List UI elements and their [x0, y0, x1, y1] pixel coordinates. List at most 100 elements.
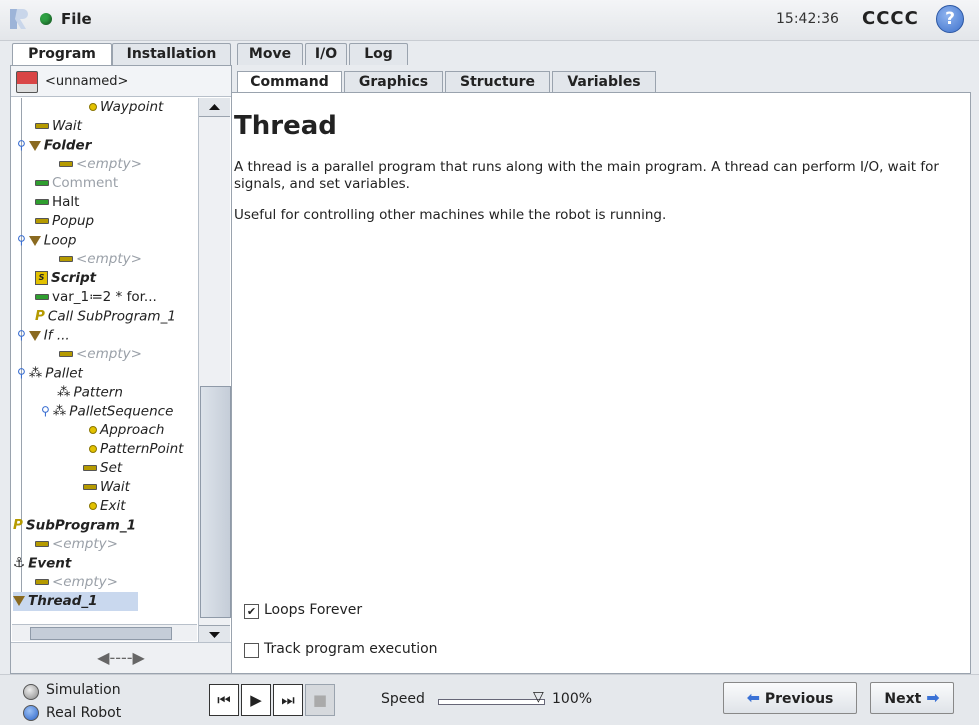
subprogram-icon: P [35, 308, 45, 324]
tree-node-popup[interactable]: Popup [35, 212, 94, 231]
description-text: A thread is a parallel program that runs… [234, 159, 939, 192]
popup-icon [35, 218, 49, 224]
tree-node-pallet-sequence[interactable]: ⚲ ⁂ PalletSequence [41, 402, 173, 421]
speed-slider[interactable] [438, 699, 545, 705]
tree-node-subprogram[interactable]: P SubProgram_1 [13, 516, 136, 535]
tree-node-wait[interactable]: Wait [35, 117, 82, 136]
tree-node-pallet[interactable]: ⚲ ⁂ Pallet [17, 364, 83, 383]
arrow-right-icon: ➡ [926, 688, 940, 707]
arrow-left-icon: ⬅ [746, 688, 760, 707]
help-icon[interactable]: ? [936, 5, 964, 33]
expand-icon: ⚲ [17, 138, 26, 152]
program-tree-panel: <unnamed> Waypoint Wait ⚲ Folder <empty> … [10, 65, 232, 674]
top-bar: File 15:42:36 CCCC ? [0, 0, 979, 41]
robot-name: CCCC [862, 8, 919, 29]
loop-icon [28, 235, 41, 246]
tab-log[interactable]: Log [349, 43, 408, 65]
waypoint-icon [89, 103, 97, 111]
assignment-icon [35, 294, 49, 300]
play-button[interactable]: ▶ [241, 684, 271, 716]
pallet-sequence-icon: ⁂ [52, 403, 67, 419]
tab-graphics[interactable]: Graphics [344, 71, 443, 93]
scroll-up-button[interactable] [199, 98, 230, 117]
program-header: <unnamed> [11, 66, 231, 97]
tree-node-pattern-point[interactable]: PatternPoint [89, 440, 183, 459]
wait-icon [35, 123, 49, 129]
bottom-bar: Simulation Real Robot ⏮ ▶ ⏭ ■ Speed ▽ 10… [0, 674, 979, 725]
scroll-thumb[interactable] [200, 386, 231, 618]
panel-resize-handle[interactable]: ◀----▶ [11, 642, 231, 673]
tree-node-assignment[interactable]: var_1≔2 * for... [35, 288, 157, 307]
tree-node-thread-selected[interactable]: Thread_1 [13, 592, 138, 611]
comment-icon [35, 180, 49, 186]
save-icon[interactable] [16, 71, 38, 93]
tab-program[interactable]: Program [12, 43, 112, 66]
track-execution-label: Track program execution [264, 641, 438, 657]
waypoint-icon [89, 445, 97, 453]
tree-node-event[interactable]: ⚓ Event [13, 554, 71, 573]
pallet-icon: ⁂ [28, 365, 43, 381]
if-icon [28, 330, 41, 341]
tree-node-empty[interactable]: <empty> [35, 573, 118, 592]
real-robot-label: Real Robot [46, 705, 122, 721]
tab-installation[interactable]: Installation [112, 43, 231, 65]
speed-value: 100% [552, 691, 593, 707]
script-icon: S [35, 271, 48, 285]
tree-node-folder[interactable]: ⚲ Folder [17, 136, 91, 155]
tab-move[interactable]: Move [237, 43, 303, 65]
next-label: Next [884, 691, 922, 707]
track-execution-checkbox[interactable] [244, 643, 259, 658]
file-menu[interactable]: File [61, 10, 92, 28]
tree-node-approach[interactable]: Approach [89, 421, 164, 440]
clock: 15:42:36 [776, 11, 839, 27]
tree-node-empty[interactable]: <empty> [59, 250, 142, 269]
tree-node-halt[interactable]: Halt [35, 193, 79, 212]
thread-icon [13, 596, 25, 606]
waypoint-icon [89, 426, 97, 434]
tree-horizontal-scrollbar[interactable] [12, 624, 197, 641]
step-button[interactable]: ⏭ [273, 684, 303, 716]
tree-node-set[interactable]: Set [83, 459, 122, 478]
waypoint-icon [89, 502, 97, 510]
tree-node-loop[interactable]: ⚲ Loop [17, 231, 76, 250]
empty-icon [59, 351, 73, 357]
tab-variables[interactable]: Variables [552, 71, 656, 93]
stop-button[interactable]: ■ [305, 684, 335, 716]
tab-structure[interactable]: Structure [445, 71, 550, 93]
expand-icon: ⚲ [17, 328, 26, 342]
tree-node-comment[interactable]: Comment [35, 174, 118, 193]
tab-command[interactable]: Command [237, 71, 342, 93]
rewind-button[interactable]: ⏮ [209, 684, 239, 716]
tree-node-pattern[interactable]: ⁂ Pattern [57, 383, 123, 402]
folder-icon [28, 140, 41, 151]
tree-node-wait[interactable]: Wait [83, 478, 130, 497]
program-tree: Waypoint Wait ⚲ Folder <empty> Comment Ha… [13, 98, 197, 628]
loops-forever-checkbox[interactable]: ✔ [244, 604, 259, 619]
tree-node-exit[interactable]: Exit [89, 497, 126, 516]
previous-button[interactable]: ⬅ Previous [723, 682, 857, 714]
speed-slider-knob[interactable]: ▽ [533, 689, 544, 705]
tree-node-waypoint[interactable]: Waypoint [89, 98, 163, 117]
empty-icon [35, 541, 49, 547]
page-title: Thread [234, 111, 337, 141]
real-robot-radio[interactable] [23, 705, 39, 721]
tree-node-if[interactable]: ⚲ If ... [17, 326, 70, 345]
set-icon [83, 465, 97, 471]
subprogram-icon: P [13, 517, 23, 533]
expand-icon: ⚲ [17, 366, 26, 380]
program-name: <unnamed> [45, 74, 129, 89]
simulation-label: Simulation [46, 682, 121, 698]
robot-status-icon [40, 13, 52, 25]
tab-io[interactable]: I/O [305, 43, 347, 65]
expand-icon: ⚲ [17, 233, 26, 247]
simulation-radio[interactable] [23, 684, 39, 700]
tree-node-call-subprogram[interactable]: P Call SubProgram_1 [35, 307, 176, 326]
scroll-thumb[interactable] [30, 627, 172, 640]
halt-icon [35, 199, 49, 205]
next-button[interactable]: Next ➡ [870, 682, 954, 714]
tree-node-script[interactable]: S Script [35, 269, 96, 288]
tree-node-empty[interactable]: <empty> [59, 345, 142, 364]
tree-node-empty[interactable]: <empty> [59, 155, 142, 174]
tree-node-empty[interactable]: <empty> [35, 535, 118, 554]
tree-vertical-scrollbar[interactable] [198, 98, 231, 663]
